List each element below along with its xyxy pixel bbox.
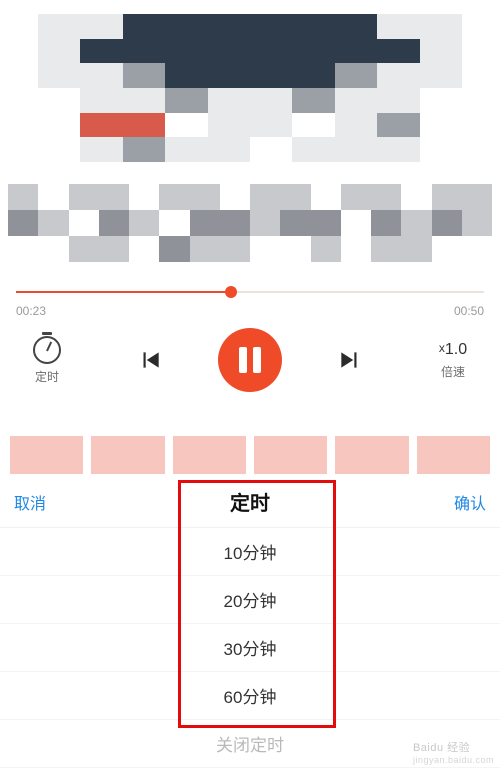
time-elapsed: 00:23 — [16, 304, 46, 318]
skip-previous-icon — [137, 347, 163, 373]
timer-sheet: 取消 定时 确认 10分钟 20分钟 30分钟 60分钟 关闭定时 — [0, 476, 500, 771]
pause-icon — [239, 347, 261, 373]
timer-option[interactable]: 30分钟 — [0, 624, 500, 672]
time-duration: 00:50 — [454, 304, 484, 318]
album-art — [38, 14, 462, 162]
speed-button[interactable]: x1.0 倍速 — [418, 341, 488, 380]
sheet-title: 定时 — [230, 487, 270, 516]
speed-value: x1.0 — [439, 341, 467, 359]
timer-icon — [33, 336, 61, 364]
timer-option[interactable]: 20分钟 — [0, 576, 500, 624]
previous-button[interactable] — [115, 347, 185, 373]
track-title — [8, 184, 492, 262]
recommendation-strip — [0, 436, 500, 474]
watermark: Baidu 经验 jingyan.baidu.com — [413, 739, 494, 765]
progress-bar[interactable] — [16, 286, 484, 298]
play-pause-button[interactable] — [218, 328, 282, 392]
timer-label: 定时 — [35, 368, 59, 385]
next-button[interactable] — [315, 347, 385, 373]
speed-label: 倍速 — [441, 363, 465, 380]
timer-option[interactable]: 10分钟 — [0, 528, 500, 576]
skip-next-icon — [337, 347, 363, 373]
timer-option[interactable]: 60分钟 — [0, 672, 500, 720]
timer-button[interactable]: 定时 — [12, 336, 82, 385]
timer-options: 10分钟 20分钟 30分钟 60分钟 关闭定时 — [0, 528, 500, 768]
cancel-button[interactable]: 取消 — [14, 490, 46, 514]
confirm-button[interactable]: 确认 — [454, 490, 486, 514]
